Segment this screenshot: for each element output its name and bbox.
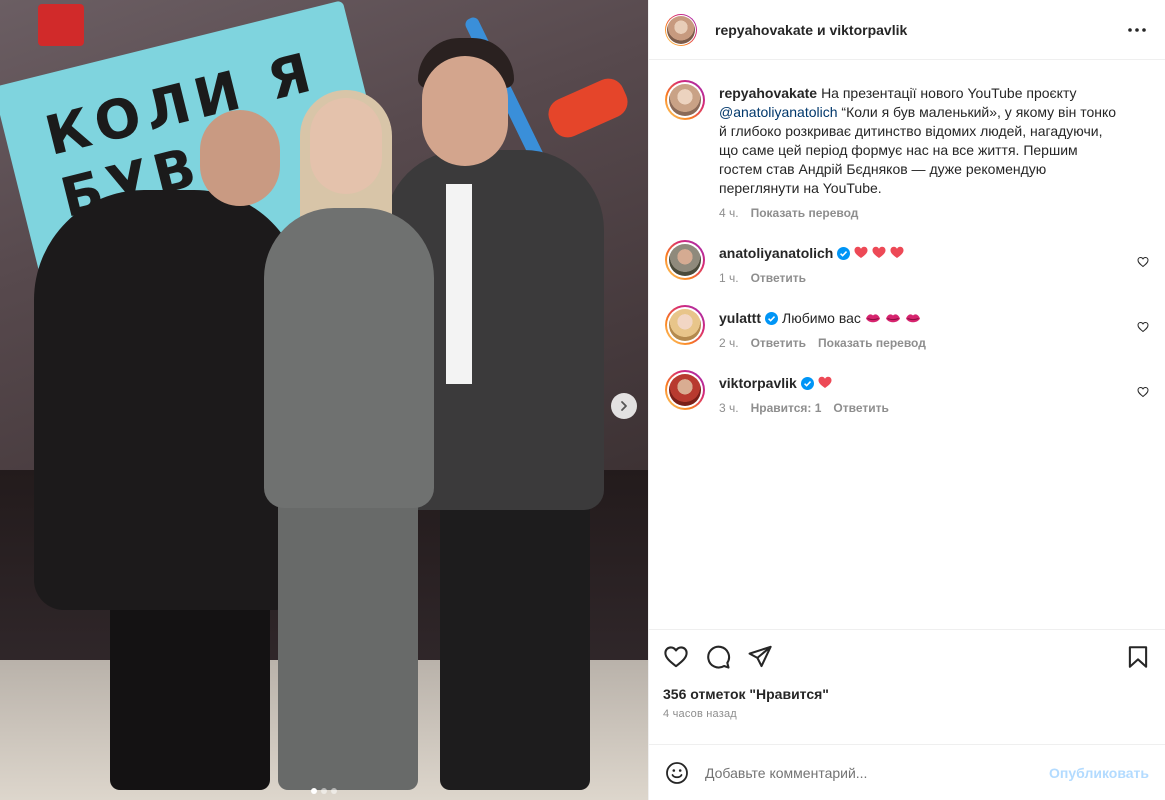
coauthor-username[interactable]: viktorpavlik [829, 22, 907, 38]
caption-text: repyahovakate На презентації нового YouTu… [719, 84, 1123, 198]
person-right-shirt [446, 184, 472, 384]
comment-like-icon[interactable] [1137, 386, 1149, 398]
comment-time[interactable]: 2 ч. [719, 336, 739, 350]
comment-body: Любимо вас [782, 310, 861, 326]
more-options-button[interactable] [1125, 18, 1149, 42]
likes-count[interactable]: 356 отметок "Нравится" [663, 686, 1151, 702]
translate-button[interactable]: Показать перевод [751, 206, 859, 220]
comment-emoji-set [854, 245, 908, 261]
author-avatar[interactable] [665, 13, 697, 46]
comment-like-icon[interactable] [1137, 321, 1149, 333]
caption-text-start: На презентації нового YouTube проєкту [821, 85, 1077, 101]
red-heart-icon [854, 246, 868, 258]
post-actions: 356 отметок "Нравится" 4 часов назад [649, 629, 1165, 744]
verified-badge-icon [800, 377, 814, 390]
post-sidebar: repyahovakate и viktorpavlik repyahovaka… [648, 0, 1165, 800]
photo-badge [38, 4, 84, 46]
comment-item: anatoliyanatolich 1 ч. Ответить [665, 240, 1149, 285]
verified-badge-icon [837, 247, 851, 260]
verified-badge-icon [765, 312, 778, 325]
carousel-dots [0, 788, 648, 794]
reply-button[interactable]: Ответить [833, 401, 888, 415]
person-middle-head [310, 98, 382, 194]
carousel-dot [321, 788, 327, 794]
action-icons [663, 644, 1151, 670]
comments-list: repyahovakate На презентації нового YouTu… [649, 60, 1165, 629]
comment-username[interactable]: viktorpavlik [719, 375, 797, 391]
heart-outline-icon[interactable] [663, 644, 689, 670]
person-left-head [200, 110, 280, 206]
comment-likes-count[interactable]: Нравится: 1 [751, 401, 822, 415]
person-left-legs [110, 600, 270, 790]
authors-connector: и [813, 21, 830, 38]
post-authors: repyahovakate и viktorpavlik [715, 22, 1125, 38]
red-heart-icon [818, 376, 832, 388]
caption-avatar[interactable] [665, 80, 705, 120]
comment-like-icon[interactable] [1137, 256, 1149, 268]
comment-avatar[interactable] [665, 240, 705, 280]
comment-text: yulattt Любимо вас [719, 309, 1123, 328]
post-photo[interactable]: КОЛИ Я БУВ МАЛ [0, 0, 648, 800]
carousel-next-button[interactable] [611, 393, 637, 419]
caption-mention[interactable]: @anatoliyanatolich [719, 104, 838, 120]
comment-emoji-set [865, 310, 925, 326]
comment-time[interactable]: 3 ч. [719, 401, 739, 415]
post-header: repyahovakate и viktorpavlik [649, 0, 1165, 60]
comment-text: viktorpavlik [719, 374, 1123, 393]
caption: repyahovakate На презентації нового YouTu… [665, 80, 1149, 220]
caption-meta: 4 ч. Показать перевод [719, 206, 1123, 220]
comment-username[interactable]: yulattt [719, 310, 761, 326]
comment-input[interactable] [705, 764, 1050, 781]
post-timestamp[interactable]: 4 часов назад [663, 708, 1151, 720]
person-right-head [422, 56, 508, 166]
caption-time[interactable]: 4 ч. [719, 206, 739, 220]
comment-item: viktorpavlik 3 ч. Нравится: 1 Ответить [665, 370, 1149, 415]
reply-button[interactable]: Ответить [751, 271, 806, 285]
red-heart-icon [890, 246, 904, 258]
smiley-icon[interactable] [665, 761, 689, 785]
comment-item: yulattt Любимо вас 2 ч. Ответить Показать… [665, 305, 1149, 350]
paper-plane-icon[interactable] [747, 644, 773, 670]
carousel-dot [331, 788, 337, 794]
kiss-mark-icon [905, 314, 920, 323]
publish-button[interactable]: Опубликовать [1049, 765, 1149, 781]
author-username[interactable]: repyahovakate [715, 22, 813, 38]
comment-text: anatoliyanatolich [719, 244, 1123, 263]
comment-emoji-set [818, 375, 836, 391]
person-middle [264, 208, 434, 508]
speech-bubble-icon[interactable] [705, 644, 731, 670]
comment-time[interactable]: 1 ч. [719, 271, 739, 285]
comment-meta: 1 ч. Ответить [719, 271, 1123, 285]
caption-username[interactable]: repyahovakate [719, 85, 817, 101]
kiss-mark-icon [885, 314, 900, 323]
translate-button[interactable]: Показать перевод [818, 336, 926, 350]
comment-avatar[interactable] [665, 305, 705, 345]
person-middle-legs [278, 490, 418, 790]
more-horizontal-icon [1128, 27, 1146, 32]
kiss-mark-icon [865, 314, 880, 323]
reply-button[interactable]: Ответить [751, 336, 806, 350]
comment-meta: 3 ч. Нравится: 1 Ответить [719, 401, 1123, 415]
red-heart-icon [872, 246, 886, 258]
comment-meta: 2 ч. Ответить Показать перевод [719, 336, 1123, 350]
carousel-dot [311, 788, 317, 794]
instagram-post: КОЛИ Я БУВ МАЛ [0, 0, 1165, 800]
comment-avatar[interactable] [665, 370, 705, 410]
comment-username[interactable]: anatoliyanatolich [719, 245, 833, 261]
bookmark-icon[interactable] [1125, 644, 1151, 670]
person-right-legs [440, 490, 590, 790]
chevron-right-icon [621, 401, 627, 411]
add-comment-bar: Опубликовать [649, 744, 1165, 800]
